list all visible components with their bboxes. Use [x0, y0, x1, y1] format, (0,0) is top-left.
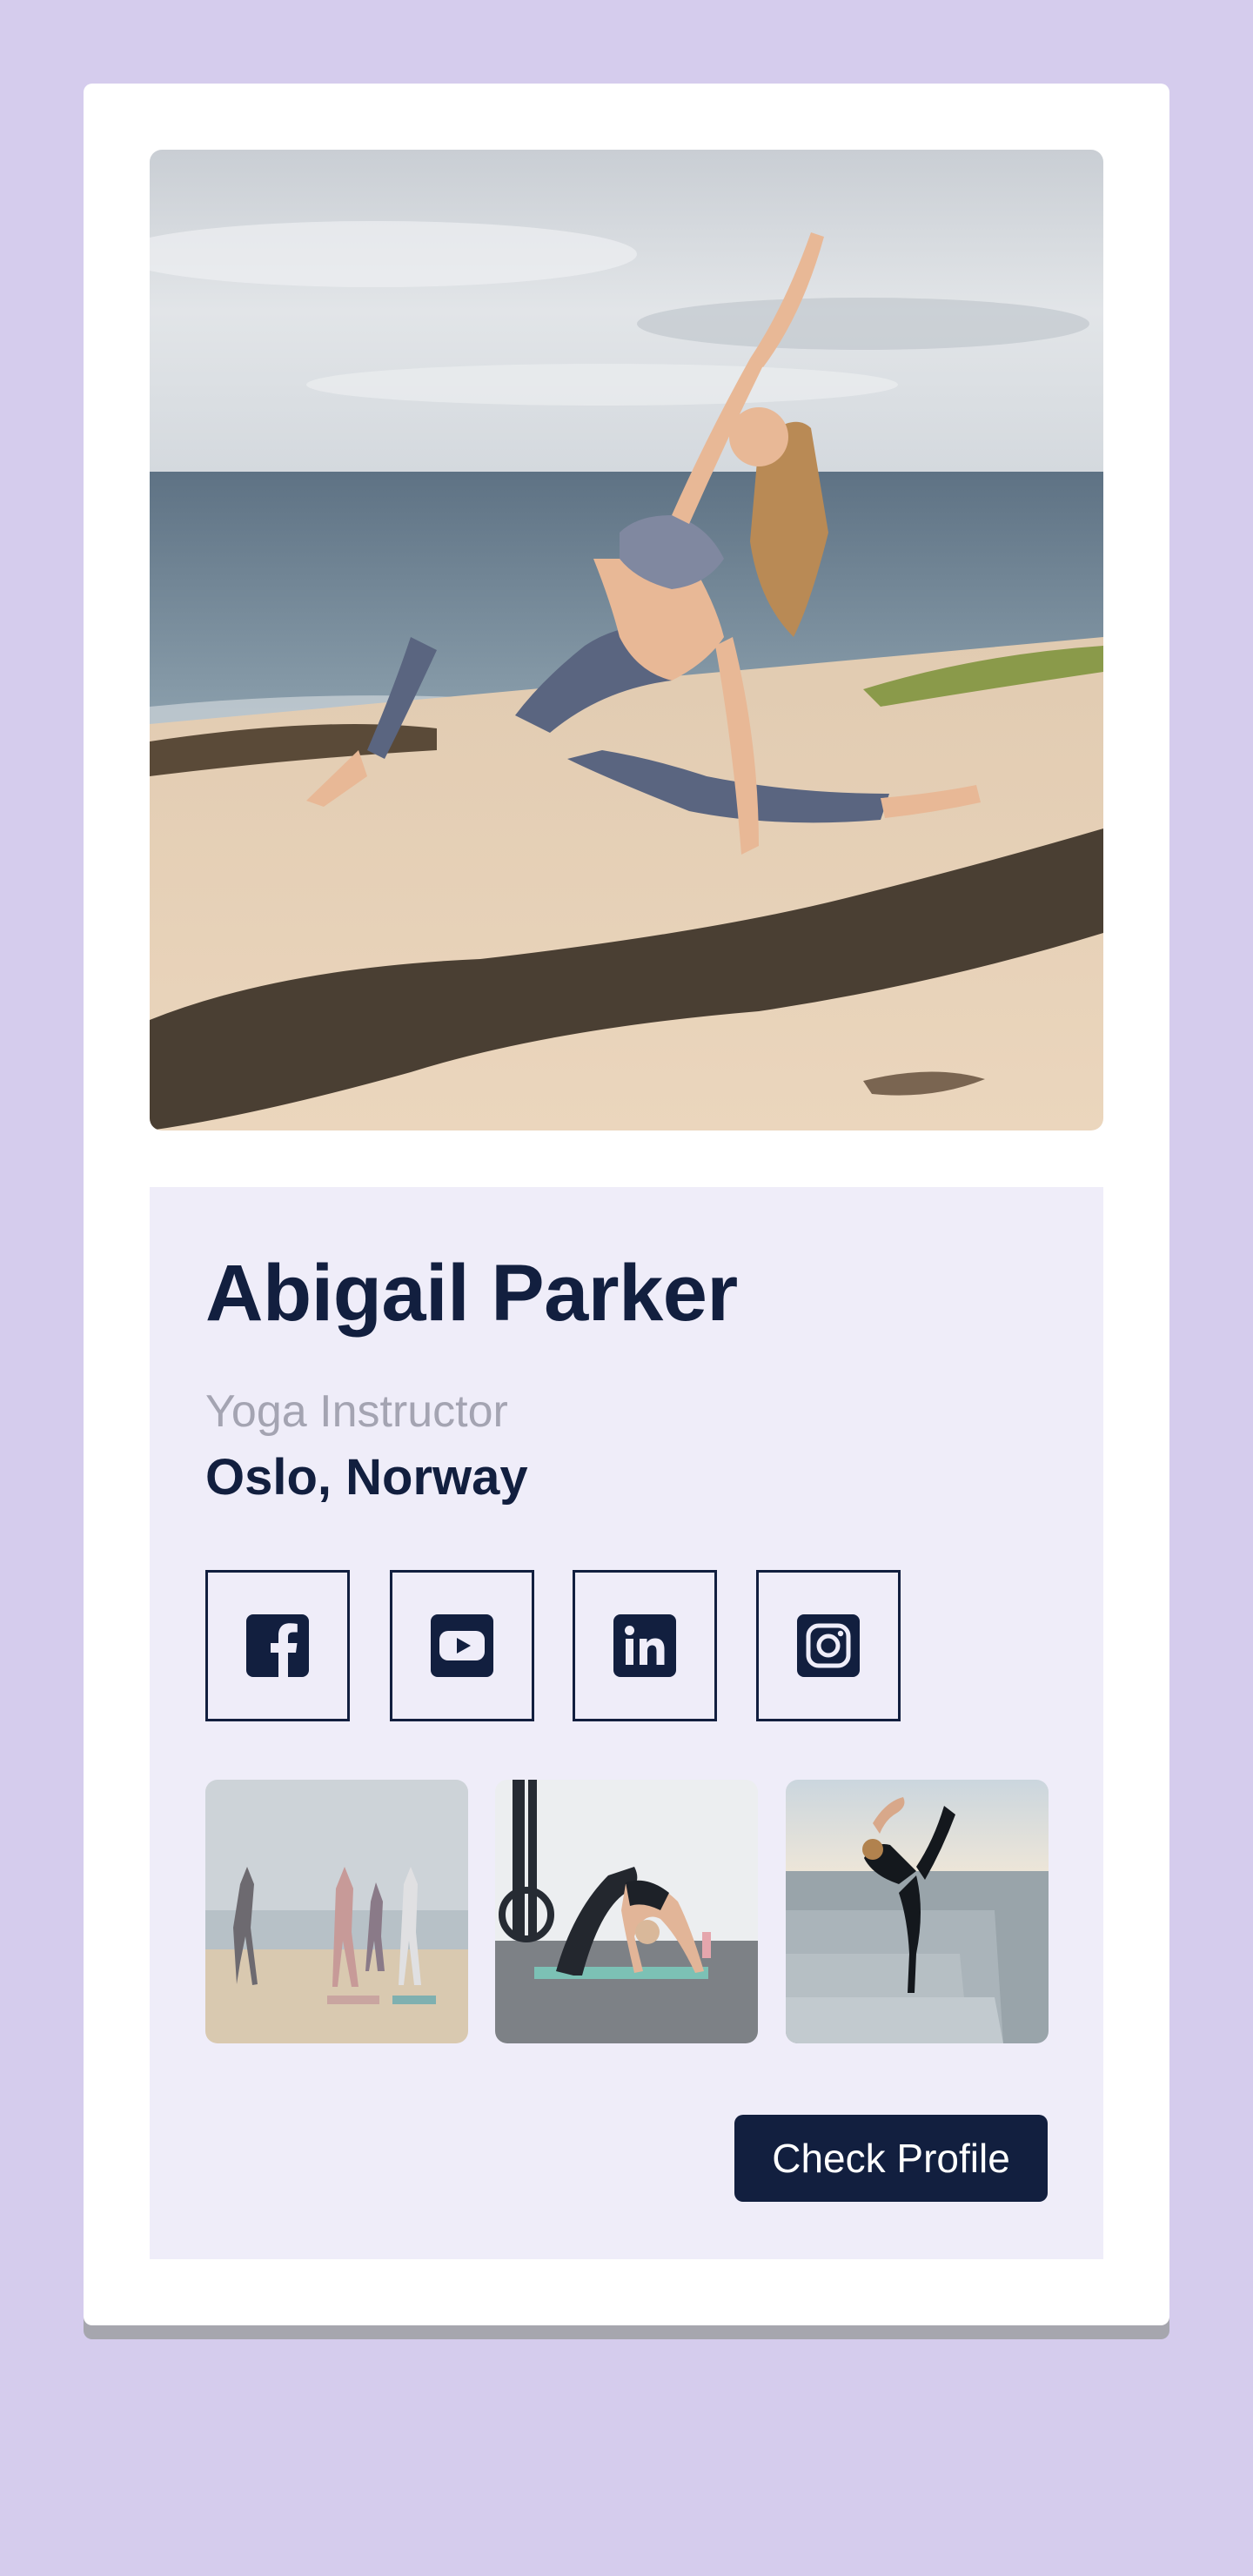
gallery-photo-beach-group[interactable]: [205, 1780, 468, 2043]
facebook-link[interactable]: [205, 1570, 350, 1721]
instagram-link[interactable]: [756, 1570, 901, 1721]
gallery-photo-dancer-pose[interactable]: [786, 1780, 1049, 2043]
gallery-photo-studio-pose[interactable]: [495, 1780, 758, 2043]
profile-info-panel: Abigail Parker Yoga Instructor Oslo, Nor…: [150, 1187, 1103, 2259]
check-profile-button[interactable]: Check Profile: [734, 2115, 1048, 2202]
profile-location: Oslo, Norway: [205, 1449, 528, 1506]
facebook-icon: [246, 1614, 309, 1677]
youtube-link[interactable]: [390, 1570, 534, 1721]
hero-photo: [150, 150, 1103, 1130]
gallery-photo-image: [205, 1780, 468, 2043]
profile-card: Abigail Parker Yoga Instructor Oslo, Nor…: [84, 84, 1169, 2325]
hero-photo-image: [150, 150, 1103, 1130]
profile-name: Abigail Parker: [205, 1249, 738, 1338]
instagram-icon: [797, 1614, 860, 1677]
linkedin-icon: [613, 1614, 676, 1677]
gallery-photo-image: [495, 1780, 758, 2043]
profile-role: Yoga Instructor: [205, 1386, 508, 1437]
linkedin-link[interactable]: [573, 1570, 717, 1721]
gallery-photo-image: [786, 1780, 1049, 2043]
youtube-icon: [431, 1614, 493, 1677]
